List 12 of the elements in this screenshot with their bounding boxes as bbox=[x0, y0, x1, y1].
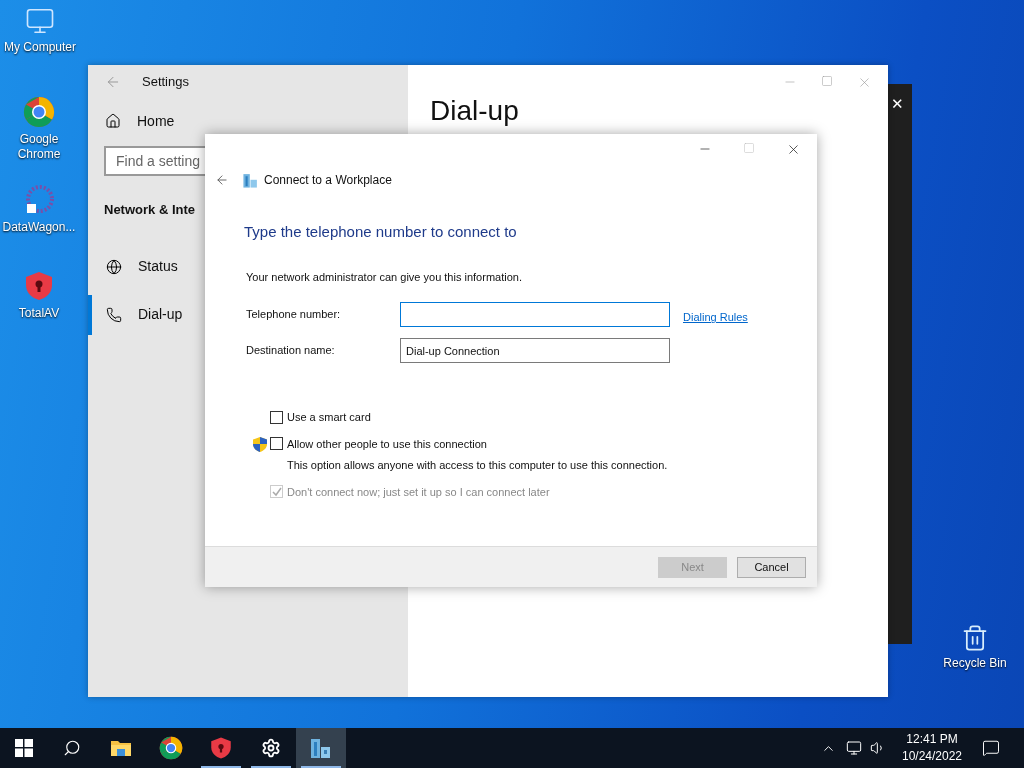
info-text: Your network administrator can give you this information. bbox=[246, 269, 523, 285]
field-label: Destination name: bbox=[246, 343, 336, 359]
section-title: Network & Inte bbox=[104, 201, 196, 219]
checkbox-label: Allow other people to use this connection bbox=[287, 436, 487, 452]
checkbox-label: Use a smart card bbox=[287, 410, 371, 425]
field-label: Telephone number: bbox=[246, 307, 342, 323]
dialog-heading: Type the telephone number to connect to bbox=[244, 222, 518, 242]
checkbox-label: Don't connect now; just set it up so I can connect later bbox=[287, 484, 550, 500]
page-heading: Dial-up bbox=[430, 97, 519, 125]
description-text: This option allows anyone with access to this computer to use this connection. bbox=[287, 458, 668, 473]
window-title: Settings bbox=[142, 73, 189, 92]
dialog-title: Connect to a Workplace bbox=[264, 172, 392, 189]
